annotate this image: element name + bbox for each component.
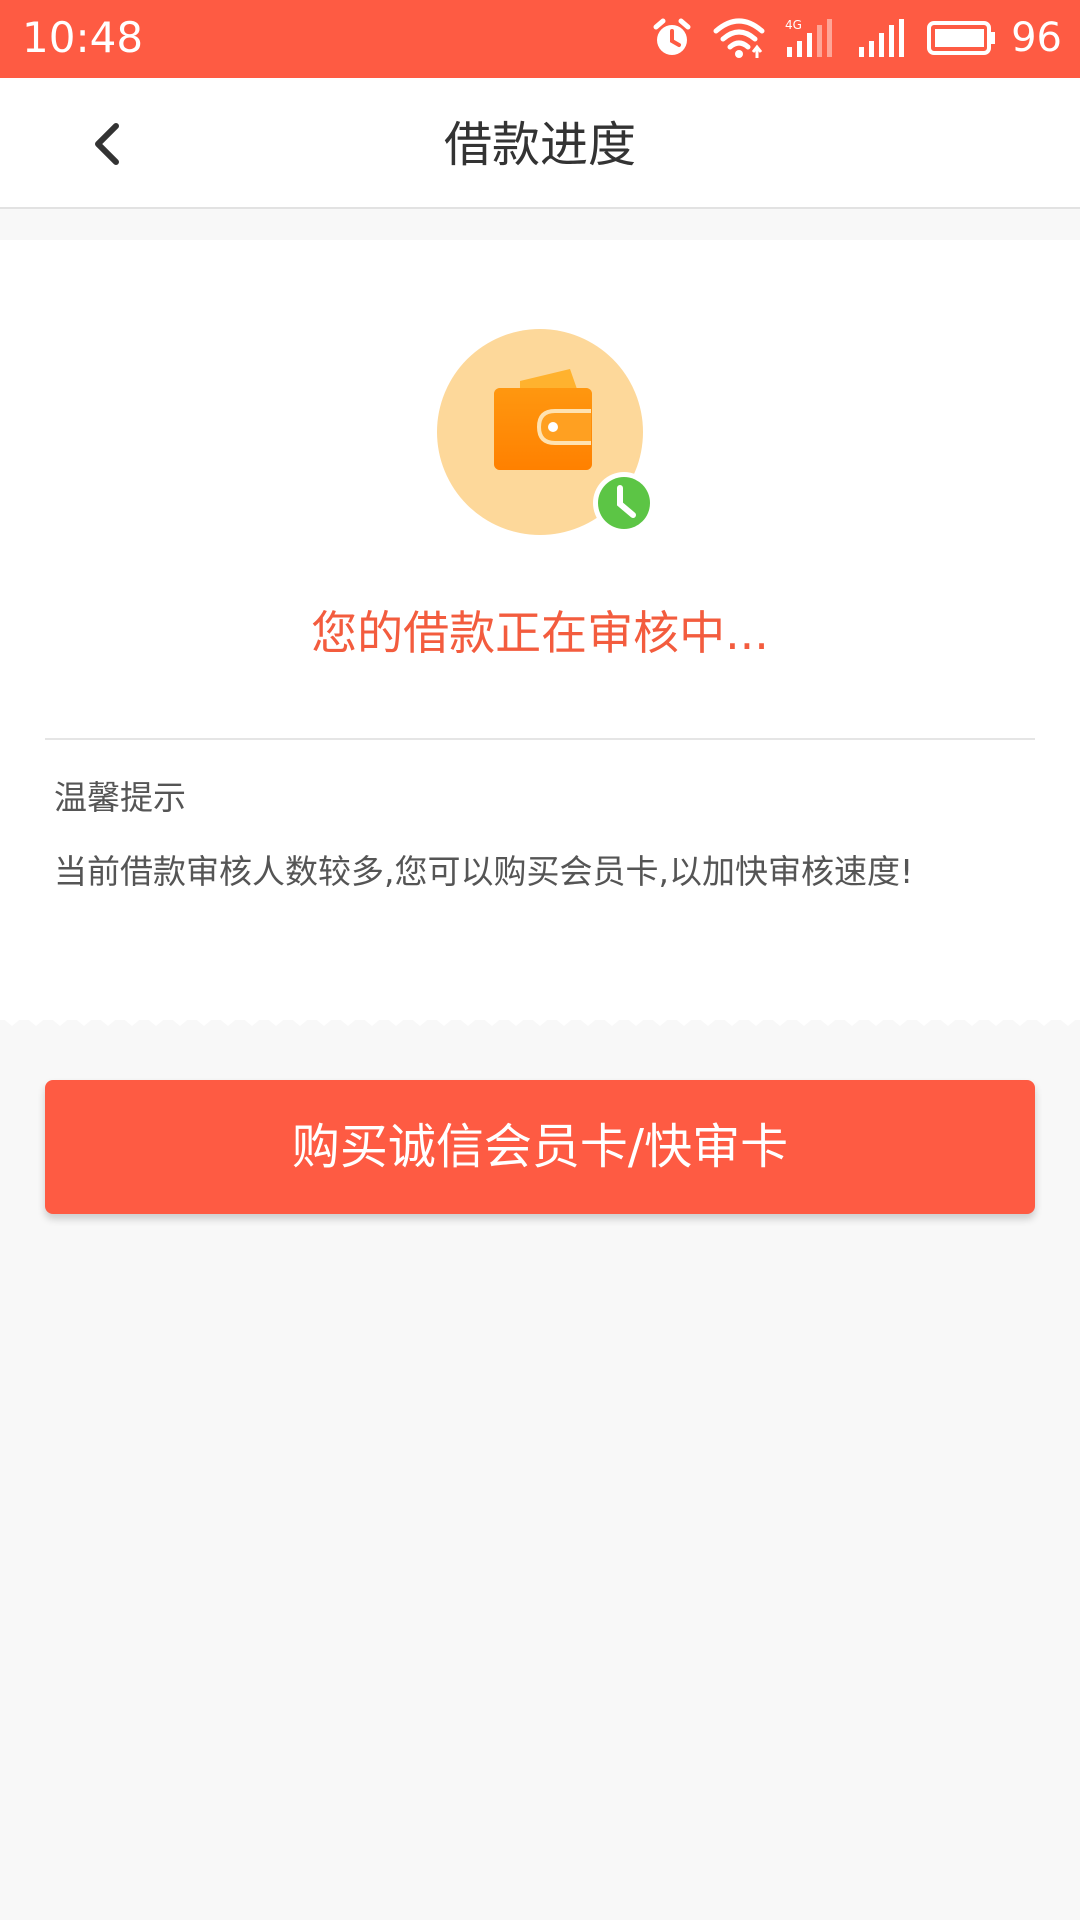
tips-text: 当前借款审核人数较多,您可以购买会员卡,以加快审核速度! [54,852,914,891]
status-icons: 4G 96 [631,12,1062,64]
battery-level: 96 [1011,15,1062,61]
card-zigzag-edge [0,1010,1080,1026]
status-illustration [437,329,655,547]
page-title: 借款进度 [443,117,636,173]
clock-icon [593,472,655,534]
wifi-icon [713,17,765,59]
battery-icon [927,20,997,56]
signal-icon [857,17,907,59]
svg-text:4G: 4G [785,18,802,32]
review-status-message: 您的借款正在审核中... [311,606,769,660]
status-time: 10:48 [22,13,144,62]
status-bar: 10:48 4G 96 [0,0,1080,78]
buy-membership-card-button[interactable]: 购买诚信会员卡/快审卡 [45,1080,1035,1214]
alarm-icon [651,17,693,59]
tips-title: 温馨提示 [54,778,186,817]
nav-bar: 借款进度 [0,78,1080,209]
divider [45,738,1035,740]
signal-4g-icon: 4G [785,17,837,59]
